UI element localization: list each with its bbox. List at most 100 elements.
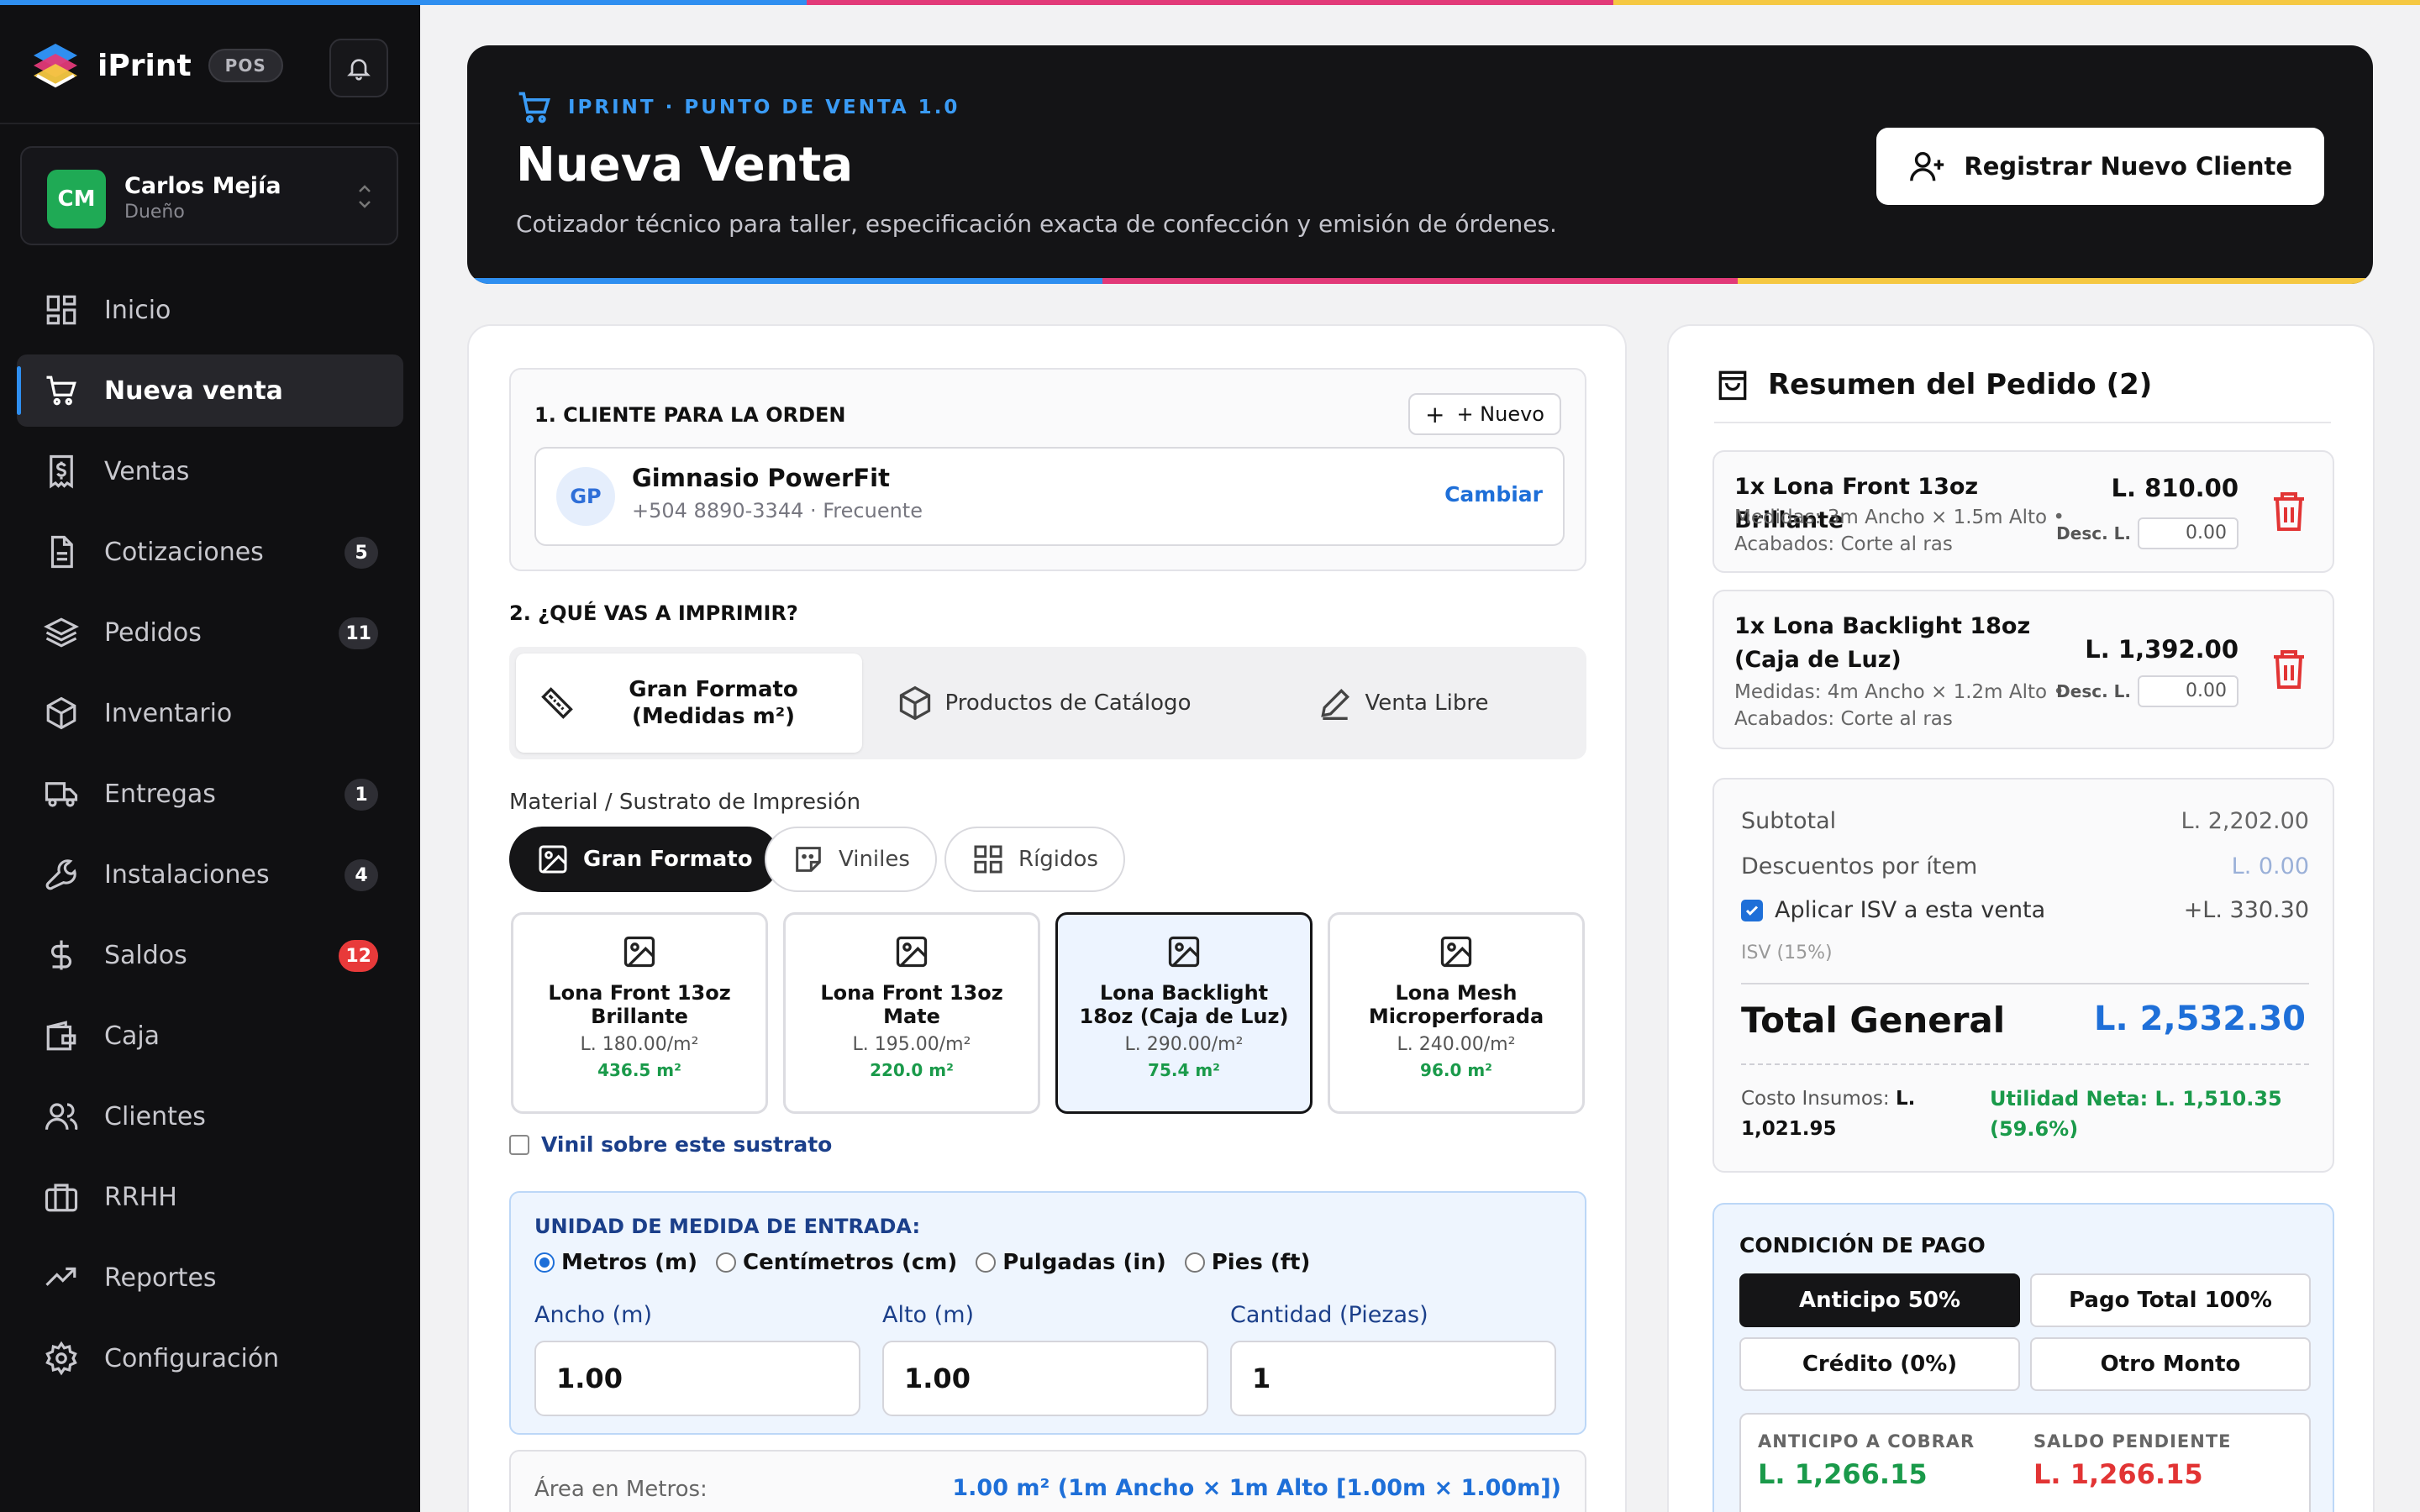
nav-badge: 4 bbox=[345, 859, 378, 891]
material-card[interactable]: Lona Mesh Microperforada L. 240.00/m² 96… bbox=[1328, 912, 1585, 1114]
sidebar-item-instalaciones[interactable]: Instalaciones 4 bbox=[17, 838, 403, 911]
sidebar-item-pedidos[interactable]: Pedidos 11 bbox=[17, 596, 403, 669]
sidebar-item-label: Reportes bbox=[104, 1263, 217, 1293]
sidebar-item-reportes[interactable]: Reportes bbox=[17, 1242, 403, 1314]
subtotal-label: Subtotal bbox=[1741, 808, 1837, 834]
vinyl-option[interactable]: Vinil sobre este sustrato bbox=[509, 1132, 832, 1157]
sidebar-item-configuracion[interactable]: Configuración bbox=[17, 1322, 403, 1394]
unit-radio-centimetros[interactable]: Centímetros (cm) bbox=[716, 1250, 957, 1275]
sidebar-item-inventario[interactable]: Inventario bbox=[17, 677, 403, 749]
payment-otro-button[interactable]: Otro Monto bbox=[2030, 1337, 2311, 1391]
payment-amounts: ANTICIPO A COBRAR L. 1,266.15 SALDO PEND… bbox=[1739, 1413, 2311, 1512]
trend-icon bbox=[42, 1258, 81, 1297]
discount-input[interactable]: 0.00 bbox=[2138, 517, 2238, 549]
height-input[interactable]: 1.00 bbox=[882, 1341, 1208, 1416]
total-value: L. 2,532.30 bbox=[2094, 1000, 2306, 1038]
iprint-logo-icon bbox=[34, 44, 77, 88]
change-client-link[interactable]: Cambiar bbox=[1444, 482, 1543, 507]
client-name: Gimnasio PowerFit bbox=[632, 464, 890, 492]
sidebar-item-clientes[interactable]: Clientes bbox=[17, 1080, 403, 1152]
sidebar-item-inicio[interactable]: Inicio bbox=[17, 274, 403, 346]
payment-anticipo-button[interactable]: Anticipo 50% bbox=[1739, 1273, 2020, 1327]
unit-radio-pies[interactable]: Pies (ft) bbox=[1184, 1250, 1310, 1275]
user-switcher[interactable]: CM Carlos Mejía Dueño bbox=[20, 146, 398, 245]
material-card[interactable]: Lona Front 13oz Mate L. 195.00/m² 220.0 … bbox=[783, 912, 1040, 1114]
width-label: Ancho (m) bbox=[534, 1302, 653, 1328]
notifications-button[interactable] bbox=[329, 39, 388, 97]
wrench-icon bbox=[42, 855, 81, 894]
radio-button[interactable] bbox=[1184, 1252, 1205, 1273]
nav-badge: 12 bbox=[339, 940, 378, 972]
register-client-button[interactable]: Registrar Nuevo Cliente bbox=[1876, 128, 2324, 205]
subtotal-row: Subtotal L. 2,202.00 bbox=[1741, 808, 2309, 834]
radio-button[interactable] bbox=[534, 1252, 555, 1273]
material-stock: 436.5 m² bbox=[597, 1060, 681, 1080]
tab-gran-formato[interactable]: Gran Formato (Medidas m²) bbox=[516, 654, 862, 753]
top-accent-bar bbox=[0, 0, 2420, 5]
category-rigidos[interactable]: Rígidos bbox=[944, 827, 1125, 892]
new-client-button[interactable]: + + Nuevo bbox=[1407, 393, 1561, 435]
payment-total-button[interactable]: Pago Total 100% bbox=[2030, 1273, 2311, 1327]
client-details: +504 8890-3344 · Frecuente bbox=[632, 499, 923, 522]
tab-venta-libre[interactable]: Venta Libre bbox=[1225, 654, 1580, 753]
cost-label: Costo Insumos: bbox=[1741, 1088, 1890, 1110]
client-section-title: 1. CLIENTE PARA LA ORDEN bbox=[534, 403, 846, 427]
tab-catalogo[interactable]: Productos de Catálogo bbox=[871, 654, 1217, 753]
item-price: L. 810.00 bbox=[2111, 474, 2239, 502]
payment-credito-button[interactable]: Crédito (0%) bbox=[1739, 1337, 2020, 1391]
unit-radio-pulgadas[interactable]: Pulgadas (in) bbox=[976, 1250, 1166, 1275]
trash-icon[interactable] bbox=[2269, 647, 2309, 690]
unit-radio-group: Metros (m) Centímetros (cm) Pulgadas (in… bbox=[534, 1250, 1328, 1275]
sidebar-item-entregas[interactable]: Entregas 1 bbox=[17, 758, 403, 830]
sidebar-item-label: Instalaciones bbox=[104, 859, 270, 890]
material-price: L. 180.00/m² bbox=[580, 1034, 699, 1055]
material-price: L. 195.00/m² bbox=[852, 1034, 971, 1055]
cost-info: Costo Insumos: L. 1,021.95 bbox=[1741, 1084, 1993, 1144]
pending-value: L. 1,266.15 bbox=[2033, 1458, 2203, 1490]
material-card[interactable]: Lona Front 13oz Brillante L. 180.00/m² 4… bbox=[511, 912, 768, 1114]
sidebar-item-cotizaciones[interactable]: Cotizaciones 5 bbox=[17, 516, 403, 588]
item-name: 1x Lona Backlight 18oz (Caja de Luz) bbox=[1734, 613, 2031, 673]
isv-toggle[interactable]: Aplicar ISV a esta venta bbox=[1741, 897, 2045, 923]
radio-label: Pulgadas (in) bbox=[1002, 1250, 1166, 1275]
payment-section: CONDICIÓN DE PAGO Anticipo 50% Pago Tota… bbox=[1712, 1203, 2334, 1512]
radio-label: Metros (m) bbox=[561, 1250, 698, 1275]
category-viniles[interactable]: Viniles bbox=[765, 827, 937, 892]
sidebar-item-saldos[interactable]: Saldos 12 bbox=[17, 919, 403, 991]
isv-checkbox[interactable] bbox=[1741, 899, 1763, 921]
sidebar-item-nueva-venta[interactable]: Nueva venta bbox=[17, 354, 403, 427]
box-icon bbox=[42, 694, 81, 732]
sidebar: iPrint POS CM Carlos Mejía Dueño Inicio … bbox=[0, 5, 420, 1512]
sidebar-item-label: Configuración bbox=[104, 1343, 280, 1373]
nav-badge: 5 bbox=[345, 537, 378, 569]
product-type-tabs: Gran Formato (Medidas m²) Productos de C… bbox=[509, 647, 1586, 759]
vinyl-label: Vinil sobre este sustrato bbox=[541, 1132, 833, 1157]
material-card-selected[interactable]: Lona Backlight 18oz (Caja de Luz) L. 290… bbox=[1055, 912, 1313, 1114]
unit-radio-metros[interactable]: Metros (m) bbox=[534, 1250, 697, 1275]
advance-label: ANTICIPO A COBRAR bbox=[1758, 1431, 1975, 1452]
radio-button[interactable] bbox=[976, 1252, 997, 1273]
sidebar-item-ventas[interactable]: Ventas bbox=[17, 435, 403, 507]
header-eyebrow: IPRINT · PUNTO DE VENTA 1.0 bbox=[516, 89, 960, 126]
material-name: Lona Front 13oz Mate bbox=[820, 981, 1003, 1028]
radio-button[interactable] bbox=[716, 1252, 737, 1273]
page-subtitle: Cotizador técnico para taller, especific… bbox=[516, 210, 1557, 238]
cart-icon bbox=[42, 371, 81, 410]
category-gran-formato[interactable]: Gran Formato bbox=[509, 827, 780, 892]
trash-icon[interactable] bbox=[2269, 489, 2309, 533]
quantity-input[interactable]: 1 bbox=[1230, 1341, 1556, 1416]
chevron-updown-icon bbox=[359, 185, 371, 208]
category-label: Rígidos bbox=[1018, 847, 1098, 872]
sidebar-item-caja[interactable]: Caja bbox=[17, 1000, 403, 1072]
item-discount: Desc. L. 0.00 bbox=[2056, 675, 2238, 707]
image-icon bbox=[1440, 936, 1472, 968]
vinyl-checkbox[interactable] bbox=[509, 1134, 529, 1155]
discount-input[interactable]: 0.00 bbox=[2138, 675, 2238, 707]
brand[interactable]: iPrint POS bbox=[29, 39, 283, 92]
category-label: Viniles bbox=[839, 847, 910, 872]
sidebar-item-rrhh[interactable]: RRHH bbox=[17, 1161, 403, 1233]
discounts-value: L. 0.00 bbox=[2231, 853, 2309, 879]
sidebar-item-label: Entregas bbox=[104, 779, 216, 809]
width-input[interactable]: 1.00 bbox=[534, 1341, 860, 1416]
wallet-icon bbox=[42, 1016, 81, 1055]
